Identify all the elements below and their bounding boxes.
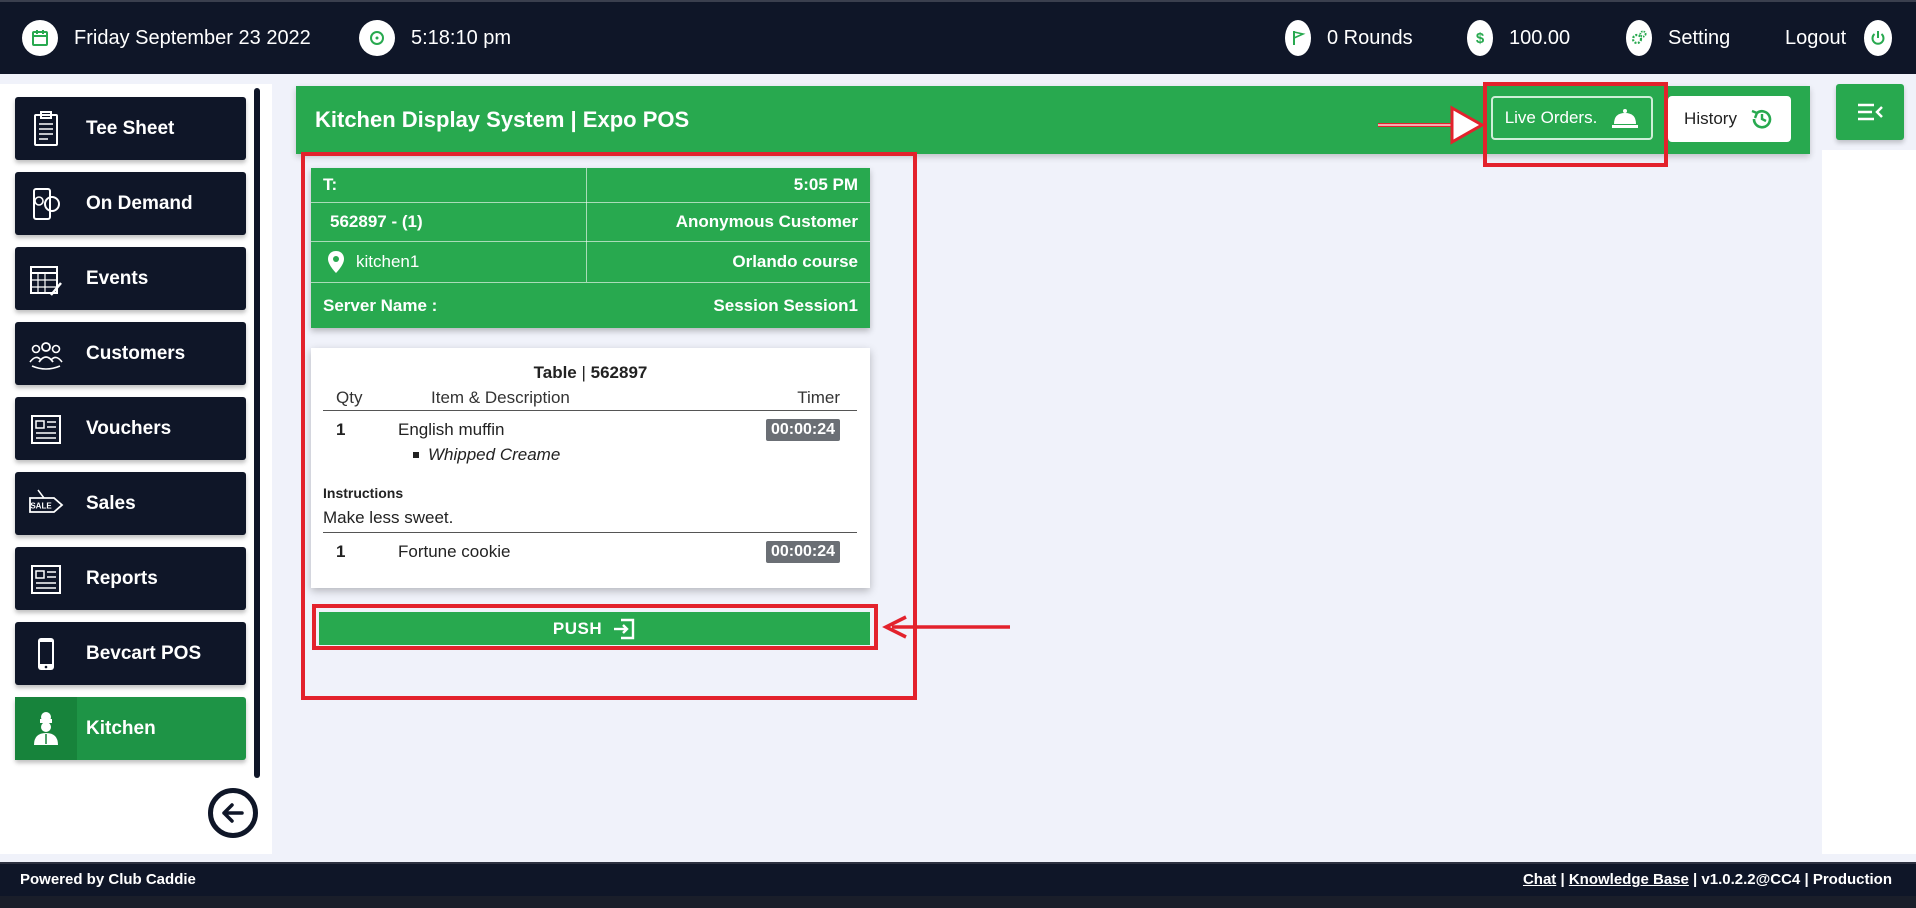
time-text: 5:18:10 pm [411,26,512,49]
version-text: v1.0.2.2@CC4 [1701,871,1801,888]
top-bar: Friday September 23 2022 5:18:10 pm 0 Ro… [0,0,1916,74]
arrow-left-icon [222,803,244,823]
chef-icon [15,697,77,760]
clock-icon [359,20,395,56]
highlight-box-push [312,604,878,650]
logout-label: Logout [1785,26,1847,49]
taskbar-strip [0,896,1916,908]
footer: Powered by Club Caddie Chat | Knowledge … [0,862,1916,896]
sidebar-item-reports[interactable]: Reports [15,547,246,610]
gear-icon [1626,20,1652,56]
history-icon [1751,109,1772,129]
sidebar-item-label: Vouchers [86,417,172,439]
clipboard-icon [15,97,77,160]
sidebar-item-sales[interactable]: SALE Sales [15,472,246,535]
sidebar-item-label: Sales [86,492,136,514]
calendar-icon [22,20,58,56]
power-icon [1864,20,1893,56]
sidebar-item-label: Events [86,267,149,289]
flag-icon [1285,20,1311,56]
menu-collapse-icon [1858,103,1883,121]
report-icon [15,547,77,610]
mobile-icon [15,622,77,685]
footer-links: Chat | Knowledge Base | v1.0.2.2@CC4 | P… [1522,871,1892,888]
time-display: 5:18:10 pm [359,2,511,74]
menu-toggle-button[interactable] [1836,84,1904,140]
powered-by: Powered by Club Caddie [20,871,196,888]
newspaper-icon [15,397,77,460]
environment-text: Production [1812,871,1892,888]
svg-text:SALE: SALE [30,501,52,510]
arrow-right-icon [1378,105,1486,145]
sidebar-item-customers[interactable]: Customers [15,322,246,385]
sidebar-item-label: Customers [86,342,186,364]
page-title: Kitchen Display System | Expo POS [315,107,690,132]
sidebar-scrollbar[interactable] [254,88,260,778]
history-label: History [1684,109,1737,128]
sidebar-item-label: Kitchen [86,717,156,739]
balance-display[interactable]: $ 100.00 [1467,2,1570,74]
knowledge-base-link[interactable]: Knowledge Base [1569,871,1689,888]
sidebar-item-events[interactable]: Events [15,247,246,310]
sidebar-item-tee-sheet[interactable]: Tee Sheet [15,97,246,160]
sidebar-item-label: Bevcart POS [86,642,202,664]
rounds-display[interactable]: 0 Rounds [1285,2,1413,74]
sale-tag-icon: SALE [15,472,77,535]
sidebar-item-label: Tee Sheet [86,117,175,139]
people-icon [15,322,77,385]
dollar-icon: $ [1467,20,1493,56]
phone-golf-icon [15,172,77,235]
sidebar-item-label: Reports [86,567,158,589]
sidebar-item-vouchers[interactable]: Vouchers [15,397,246,460]
sidebar-item-on-demand[interactable]: On Demand [15,172,246,235]
back-button[interactable] [208,788,258,838]
right-panel [1822,150,1916,854]
sidebar-item-bevcart-pos[interactable]: Bevcart POS [15,622,246,685]
svg-text:$: $ [1476,30,1485,47]
date-display: Friday September 23 2022 [22,2,311,74]
balance-text: 100.00 [1509,26,1571,49]
history-button[interactable]: History [1668,96,1791,142]
date-text: Friday September 23 2022 [74,26,311,49]
highlight-box-live-orders [1483,82,1668,167]
rounds-text: 0 Rounds [1327,26,1413,49]
calendar-edit-icon [15,247,77,310]
setting-button[interactable]: Setting [1626,2,1730,74]
sidebar-item-label: On Demand [86,192,193,214]
sidebar-item-kitchen[interactable]: Kitchen [15,697,246,760]
setting-label: Setting [1668,26,1731,49]
arrow-left-annotation-icon [882,615,1010,639]
logout-button[interactable]: Logout [1785,2,1893,74]
chat-link[interactable]: Chat [1523,871,1556,888]
